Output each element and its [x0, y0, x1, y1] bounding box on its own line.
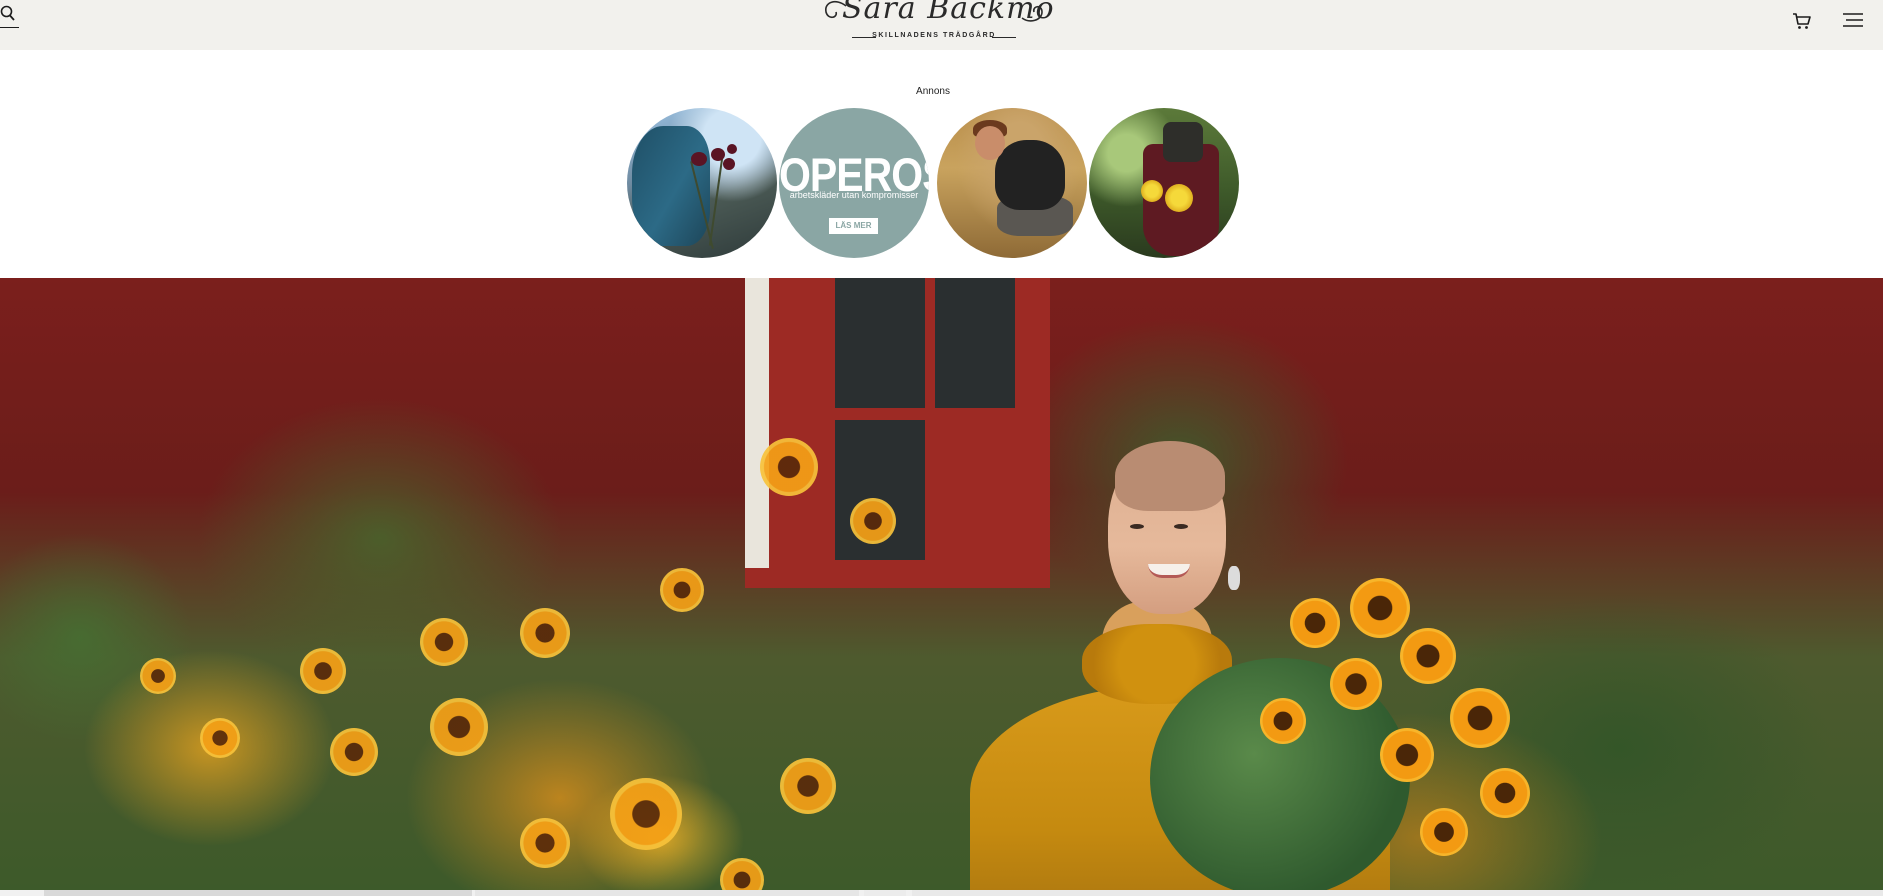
ad-gardener-in-field[interactable]: [937, 108, 1087, 258]
carousel-progress[interactable]: [0, 890, 1883, 896]
sunflower: [660, 568, 704, 612]
logo-wordmark: Sara Bäckmo: [842, 0, 1055, 26]
shaved-head: [1115, 441, 1225, 511]
sunflower: [330, 728, 378, 776]
bouquet-sunflower: [1290, 598, 1340, 648]
bouquet-sunflower: [1450, 688, 1510, 748]
ad-label: Annons: [916, 86, 950, 97]
sunflower: [430, 698, 488, 756]
sunflower: [720, 858, 764, 890]
sunflower: [200, 718, 240, 758]
sunflower: [780, 758, 836, 814]
bouquet-sunflower: [1480, 768, 1530, 818]
site-logo[interactable]: Sara Bäckmo SKILLNADENS TRÄDGÅRD: [822, 0, 1055, 44]
logo-flourish-right: [1021, 5, 1043, 22]
ad-tool-bag-dahlias[interactable]: [1089, 108, 1239, 258]
bouquet-sunflower: [1350, 578, 1410, 638]
sunflower: [420, 618, 468, 666]
ad-glove: [1163, 122, 1203, 162]
carousel-progress-segment[interactable]: [475, 890, 859, 896]
carousel-progress-segment[interactable]: [44, 890, 472, 896]
flower-head: [723, 158, 735, 170]
eye: [1130, 524, 1144, 529]
bouquet-sunflower: [1400, 628, 1456, 684]
menu-button[interactable]: [1843, 12, 1863, 28]
ad-gardener-body: [995, 140, 1065, 210]
hero-image: [0, 278, 1883, 890]
bouquet-sunflower: [1260, 698, 1306, 744]
bouquet-sunflower: [1420, 808, 1468, 856]
bouquet-sunflower: [1330, 658, 1382, 710]
sunflower: [520, 818, 570, 868]
carousel-progress-segment[interactable]: [864, 890, 906, 896]
eye: [1174, 524, 1188, 529]
flower-head: [727, 144, 737, 154]
flower-stem: [708, 158, 724, 246]
dahlia-bloom: [1165, 184, 1193, 212]
ad-operose-subtitle: arbetskläder utan kompromisser: [789, 190, 919, 200]
site-header: Sara Bäckmo SKILLNADENS TRÄDGÅRD: [0, 0, 1883, 50]
sunflower: [850, 498, 896, 544]
cart-button[interactable]: [1792, 11, 1812, 31]
hamburger-menu-icon: [1843, 13, 1863, 27]
dahlia-bloom: [1141, 180, 1163, 202]
sunflower: [140, 658, 176, 694]
bouquet-sunflower: [1380, 728, 1434, 782]
sunflower-bouquet: [1150, 578, 1570, 890]
sunflower: [520, 608, 570, 658]
ad-gardener-head: [975, 126, 1005, 160]
ad-operose-cta[interactable]: LÄS MER: [829, 218, 878, 234]
carousel-progress-segment[interactable]: [912, 890, 1883, 896]
sunflower: [760, 438, 818, 496]
window-pane: [835, 278, 925, 408]
flower-head: [691, 152, 707, 166]
logo-rule-right: [992, 37, 1016, 38]
cart-icon: [1793, 13, 1811, 29]
search-icon: [0, 5, 15, 21]
search-underline: [0, 27, 19, 28]
sunflower: [300, 648, 346, 694]
hero-white-post: [745, 278, 769, 568]
ad-knit-sweater-flowers[interactable]: [627, 108, 777, 258]
ad-operose[interactable]: OPEROSE arbetskläder utan kompromisser L…: [779, 108, 929, 258]
sunflower: [610, 778, 682, 850]
flower-head: [711, 148, 725, 161]
